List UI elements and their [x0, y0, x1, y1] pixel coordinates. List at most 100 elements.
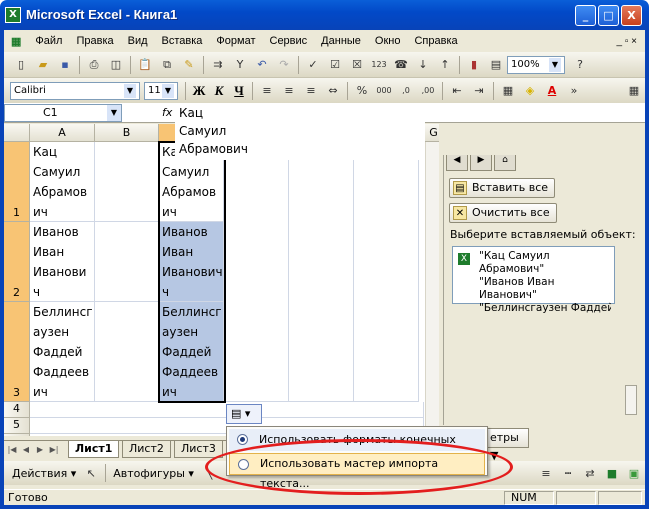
zoom-select[interactable]: 100% ▼ — [507, 55, 565, 74]
outdent-icon[interactable]: ⇥ — [470, 82, 488, 100]
row-header[interactable]: 1 — [4, 142, 30, 222]
menu-tools[interactable]: Сервис — [263, 35, 315, 47]
align-right-icon[interactable]: ≡ — [302, 82, 320, 100]
menu-file[interactable]: Файл — [28, 35, 69, 47]
toolbar-options-icon[interactable]: » — [565, 82, 583, 100]
cell-b2[interactable] — [95, 222, 159, 302]
vertical-scrollbar[interactable] — [425, 142, 439, 436]
fill-color-icon[interactable]: ◈ — [521, 82, 539, 100]
back-icon[interactable]: ◀ — [446, 155, 468, 171]
trace-icon[interactable]: ☒ — [348, 56, 366, 74]
copy-icon[interactable]: ⧉ — [158, 56, 176, 74]
formula-content[interactable]: Кац Самуил Абрамович — [175, 104, 425, 160]
select-all-corner[interactable] — [4, 124, 30, 142]
calculator-icon[interactable]: ▦ — [625, 82, 643, 100]
chart-icon[interactable]: ▮ — [465, 56, 483, 74]
paste-icon[interactable]: 📋 — [136, 56, 154, 74]
task-pane-scrollbar[interactable] — [625, 385, 637, 415]
row-header[interactable]: 5 — [4, 418, 30, 434]
indent-icon[interactable]: ⇤ — [448, 82, 466, 100]
map-icon[interactable]: ▤ — [487, 56, 505, 74]
doc-window-controls[interactable]: _ ▫ × — [616, 36, 645, 47]
sort-desc-icon[interactable]: ↑ — [436, 56, 454, 74]
actions-menu[interactable]: Действия ▾ — [8, 467, 80, 480]
paste-options-button[interactable]: ▤ ▾ — [226, 404, 262, 424]
excel-icon[interactable]: X — [5, 7, 21, 23]
name-box[interactable]: C1 ▼ — [4, 104, 122, 122]
fx-icon[interactable]: fx — [162, 106, 172, 119]
undo-icon[interactable]: ↶ — [253, 56, 271, 74]
sort-asc-icon[interactable]: ↓ — [414, 56, 432, 74]
check-icon[interactable]: ✓ — [304, 56, 322, 74]
decimal-decrease-button[interactable]: ,00 — [419, 82, 437, 100]
row-header[interactable]: 4 — [4, 402, 30, 418]
bold-button[interactable]: Ж — [189, 82, 209, 100]
row-header[interactable]: 3 — [4, 302, 30, 402]
borders-icon[interactable]: ▦ — [499, 82, 517, 100]
first-sheet-icon[interactable]: |◀ — [6, 443, 18, 456]
help-icon[interactable]: ? — [571, 56, 589, 74]
3d-icon[interactable]: ▣ — [625, 464, 643, 482]
column-f-cells[interactable] — [354, 142, 419, 402]
validate-icon[interactable]: ☑ — [326, 56, 344, 74]
menu-format[interactable]: Формат — [209, 35, 262, 47]
sheet-tab-2[interactable]: Лист2 — [122, 441, 171, 458]
menu-view[interactable]: Вид — [121, 35, 155, 47]
font-size-select[interactable]: 11 ▼ — [144, 81, 178, 100]
cell-a1[interactable]: Кац Самуил Абрамов ич — [30, 142, 95, 222]
forward-icon[interactable]: ▶ — [470, 155, 492, 171]
close-button[interactable]: X — [621, 5, 642, 26]
cell-b1[interactable] — [95, 142, 159, 222]
menu-window[interactable]: Окно — [368, 35, 408, 47]
pointer-icon[interactable]: ↖ — [82, 464, 100, 482]
percent-button[interactable]: % — [353, 82, 371, 100]
doc-icon[interactable]: ▦ — [4, 35, 28, 48]
paste-all-button[interactable]: ▤ Вставить все — [449, 178, 556, 198]
redo-icon[interactable]: ↷ — [275, 56, 293, 74]
clipboard-item[interactable]: X "Кац Самуил Абрамович" "Иванов Иван Ив… — [452, 246, 615, 314]
open-icon[interactable]: ▰ — [34, 56, 52, 74]
params-button[interactable]: етры ▼ — [487, 428, 529, 462]
link-icon[interactable]: ☎ — [392, 56, 410, 74]
align-left-icon[interactable]: ≡ — [258, 82, 276, 100]
dash-style-icon[interactable]: ┅ — [559, 464, 577, 482]
insert-row-icon[interactable]: ⇉ — [209, 56, 227, 74]
column-e-cells[interactable] — [289, 142, 354, 402]
clear-all-button[interactable]: ✕ Очистить все — [449, 203, 557, 223]
thousands-button[interactable]: 000 — [375, 82, 393, 100]
menu-data[interactable]: Данные — [314, 35, 368, 47]
filter-icon[interactable]: Y — [231, 56, 249, 74]
last-sheet-icon[interactable]: ▶| — [48, 443, 60, 456]
next-sheet-icon[interactable]: ▶ — [34, 443, 46, 456]
decimal-increase-button[interactable]: ,0 — [397, 82, 415, 100]
row-header[interactable]: 2 — [4, 222, 30, 302]
font-color-icon[interactable]: A — [543, 82, 561, 100]
cell-a2[interactable]: Иванов Иван Иванови ч — [30, 222, 95, 302]
merge-icon[interactable]: ⇔ — [324, 82, 342, 100]
autoshapes-menu[interactable]: Автофигуры ▾ — [109, 467, 198, 480]
sheet-tab-1[interactable]: Лист1 — [68, 441, 120, 458]
menu-help[interactable]: Справка — [407, 35, 464, 47]
preview-icon[interactable]: ◫ — [107, 56, 125, 74]
line-style-icon[interactable]: ≡ — [537, 464, 555, 482]
column-header[interactable]: A — [30, 124, 95, 142]
new-icon[interactable]: ▯ — [12, 56, 30, 74]
home-icon[interactable]: ⌂ — [494, 155, 516, 171]
cell-b3[interactable] — [95, 302, 159, 402]
save-icon[interactable]: ▪ — [56, 56, 74, 74]
format-painter-icon[interactable]: ✎ — [180, 56, 198, 74]
font-select[interactable]: Calibri ▼ — [10, 81, 140, 100]
align-center-icon[interactable]: ≡ — [280, 82, 298, 100]
menu-insert[interactable]: Вставка — [155, 35, 210, 47]
arrow-style-icon[interactable]: ⇄ — [581, 464, 599, 482]
underline-button[interactable]: Ч — [229, 82, 249, 100]
prev-sheet-icon[interactable]: ◀ — [20, 443, 32, 456]
cell-a3[interactable]: Беллинсг аузен Фаддей Фаддеев ич — [30, 302, 95, 402]
column-d-cells[interactable] — [224, 142, 289, 402]
maximize-button[interactable]: □ — [598, 5, 619, 26]
print-icon[interactable]: ⎙ — [85, 56, 103, 74]
column-header[interactable]: B — [95, 124, 159, 142]
shadow-icon[interactable]: ■ — [603, 464, 621, 482]
minimize-button[interactable]: _ — [575, 5, 596, 26]
row-header[interactable]: 6 — [4, 434, 30, 436]
